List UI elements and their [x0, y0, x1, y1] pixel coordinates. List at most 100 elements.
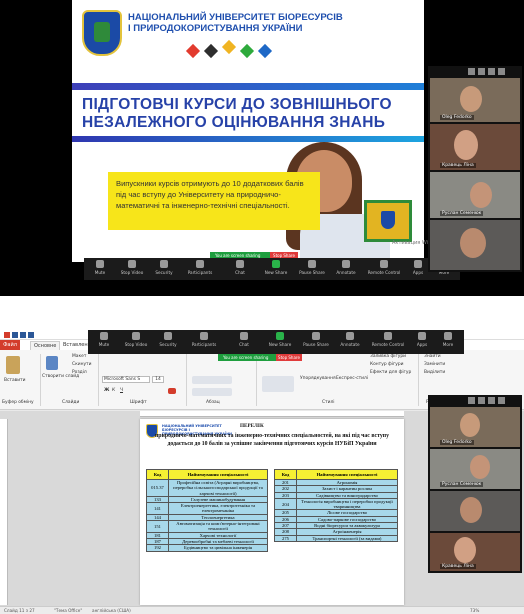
save-icon[interactable]: [12, 332, 18, 338]
font-size-dropdown[interactable]: 14: [152, 376, 164, 383]
italic-button[interactable]: К: [112, 388, 115, 393]
slide-counter: Слайд 11 з 27: [4, 608, 35, 613]
stop-video-button[interactable]: Stop Video: [116, 260, 148, 275]
arrange-button[interactable]: Упорядкування: [300, 376, 336, 381]
video-tile[interactable]: Кравець Ліна: [430, 533, 520, 571]
shape-effects-button[interactable]: Ефекти для фігур: [370, 370, 411, 375]
minimize-panel-icon[interactable]: [468, 68, 475, 75]
replace-button[interactable]: Замінити: [424, 362, 445, 367]
microphone-icon: [96, 260, 104, 268]
specialties-table-right: Код Найменування спеціальності 201 Агроно…: [274, 469, 398, 542]
list-buttons-icon[interactable]: [192, 388, 232, 396]
shape-outline-button[interactable]: Контур фігури: [370, 362, 404, 367]
participant-name: Oleg Fedorko: [440, 440, 474, 445]
specialty-name: Електроенергетика, електротехніка та еле…: [168, 502, 268, 515]
single-view-icon[interactable]: [498, 397, 505, 404]
table-header-row: Код Найменування спеціальності: [146, 469, 268, 480]
black-diamond-icon: [203, 43, 219, 59]
participants-button[interactable]: Participants: [188, 332, 220, 347]
security-button[interactable]: Security: [152, 332, 184, 347]
mute-button[interactable]: Mute: [84, 260, 116, 275]
remote-control-button[interactable]: Remote Control: [364, 260, 404, 275]
underline-button[interactable]: Ч: [120, 388, 123, 393]
align-buttons-icon[interactable]: [192, 376, 232, 384]
ribbon-separator: [418, 354, 419, 406]
table-row: 015.37 Професійна освіта (Аграрні виробни…: [146, 479, 268, 497]
stop-video-button[interactable]: Stop Video: [120, 332, 152, 347]
new-share-button[interactable]: New Share: [260, 260, 292, 275]
apps-grid-icon: [418, 332, 426, 340]
slide-page[interactable]: НАЦІОНАЛЬНИЙ УНІВЕРСИТЕТ БІОРЕСУРСІВ І П…: [140, 419, 404, 605]
video-tile[interactable]: [430, 491, 520, 531]
quick-styles-button[interactable]: Експрес-стилі: [336, 376, 368, 381]
mute-button[interactable]: Mute: [88, 332, 120, 347]
select-button[interactable]: Виділити: [424, 370, 445, 375]
paste-icon[interactable]: [6, 356, 20, 374]
pause-share-button[interactable]: Pause Share: [296, 260, 328, 275]
participants-button[interactable]: Participants: [184, 260, 216, 275]
gallery-view-icon[interactable]: [478, 397, 485, 404]
speaker-view-icon[interactable]: [488, 397, 495, 404]
shape-fill-button[interactable]: Заливка фігури: [370, 354, 406, 359]
stop-share-button[interactable]: Stop Share: [276, 354, 302, 361]
logo-diamonds: [184, 39, 284, 60]
pause-share-button[interactable]: Pause Share: [300, 332, 332, 347]
redo-icon[interactable]: [28, 332, 34, 338]
video-tile[interactable]: [430, 220, 520, 270]
bold-button[interactable]: Ж: [104, 388, 109, 393]
table-row: 151 Автоматизація та комп'ютерно-інтегров…: [146, 520, 268, 533]
tab-home[interactable]: Основне: [30, 341, 61, 350]
annotate-button[interactable]: Annotate: [330, 260, 362, 275]
remote-control-button[interactable]: Remote Control: [368, 332, 408, 347]
tab-file[interactable]: Файл: [0, 340, 20, 350]
slide-band-bottom: [72, 136, 424, 142]
gallery-view-icon[interactable]: [478, 68, 485, 75]
chat-bubble-icon: [236, 260, 244, 268]
slide-band-top: [72, 83, 424, 90]
share-arrow-icon: [276, 332, 284, 340]
speaker-view-icon[interactable]: [488, 68, 495, 75]
font-color-icon[interactable]: [168, 388, 176, 394]
zoom-share-screenshot-bottom: Файл Основне Вставлення Вставити Буфер о…: [0, 330, 524, 614]
specialty-name: Будівництво та цивільна інженерія: [168, 544, 268, 552]
find-button[interactable]: Знайти: [424, 354, 441, 359]
new-share-button[interactable]: New Share: [264, 332, 296, 347]
more-button[interactable]: More: [432, 332, 464, 347]
video-tile[interactable]: Oleg Fedorko: [430, 407, 520, 447]
annotate-button[interactable]: Annotate: [334, 332, 366, 347]
paste-button[interactable]: Вставити: [4, 378, 26, 383]
shapes-gallery-icon[interactable]: [262, 376, 294, 392]
undo-icon[interactable]: [20, 332, 26, 338]
minimize-panel-icon[interactable]: [468, 397, 475, 404]
table-row: 141 Електроенергетика, електротехніка та …: [146, 502, 268, 515]
participant-face: [460, 228, 486, 258]
font-name-dropdown[interactable]: Microsoft Sans S: [102, 376, 150, 383]
new-slide-icon[interactable]: [46, 356, 58, 370]
single-view-icon[interactable]: [498, 68, 505, 75]
video-tile[interactable]: Руслан Семенюк: [430, 449, 520, 489]
video-tile[interactable]: Руслан Семенюк: [430, 172, 520, 218]
language-indicator[interactable]: англійська (США): [92, 608, 131, 613]
participant-face: [460, 413, 480, 437]
section-button[interactable]: Розділ: [72, 370, 87, 375]
more-dots-icon: [444, 332, 452, 340]
security-button[interactable]: Security: [148, 260, 180, 275]
people-icon: [196, 260, 204, 268]
status-bar: Слайд 11 з 27 "Тема Office" англійська (…: [0, 606, 524, 614]
video-panel: Oleg Fedorko Руслан Семенюк Кравець Ліна: [428, 395, 522, 573]
screen-sharing-indicator: You are screen sharing: [218, 354, 276, 361]
column-header: Код: [274, 469, 297, 480]
layout-button[interactable]: Макет: [72, 354, 86, 359]
books-crest-icon: [381, 211, 395, 229]
chat-button[interactable]: Chat: [228, 332, 260, 347]
specialty-name: Транспортні технології (за видами): [296, 534, 398, 542]
slides-group-label: Слайди: [62, 400, 80, 405]
specialty-name: Технологія виробництва і переробки проду…: [296, 497, 398, 511]
zoom-level[interactable]: 73%: [470, 608, 479, 613]
slide-headline: ПІДГОТОВЧІ КУРСИ ДО ЗОВНІШНЬОГО НЕЗАЛЕЖН…: [82, 96, 412, 132]
video-tile[interactable]: Oleg Fedorko: [430, 78, 520, 122]
specialty-code: 192: [146, 544, 169, 552]
chat-button[interactable]: Chat: [224, 260, 256, 275]
video-tile[interactable]: Кравець Ліна: [430, 124, 520, 170]
reset-button[interactable]: Скинути: [72, 362, 91, 367]
